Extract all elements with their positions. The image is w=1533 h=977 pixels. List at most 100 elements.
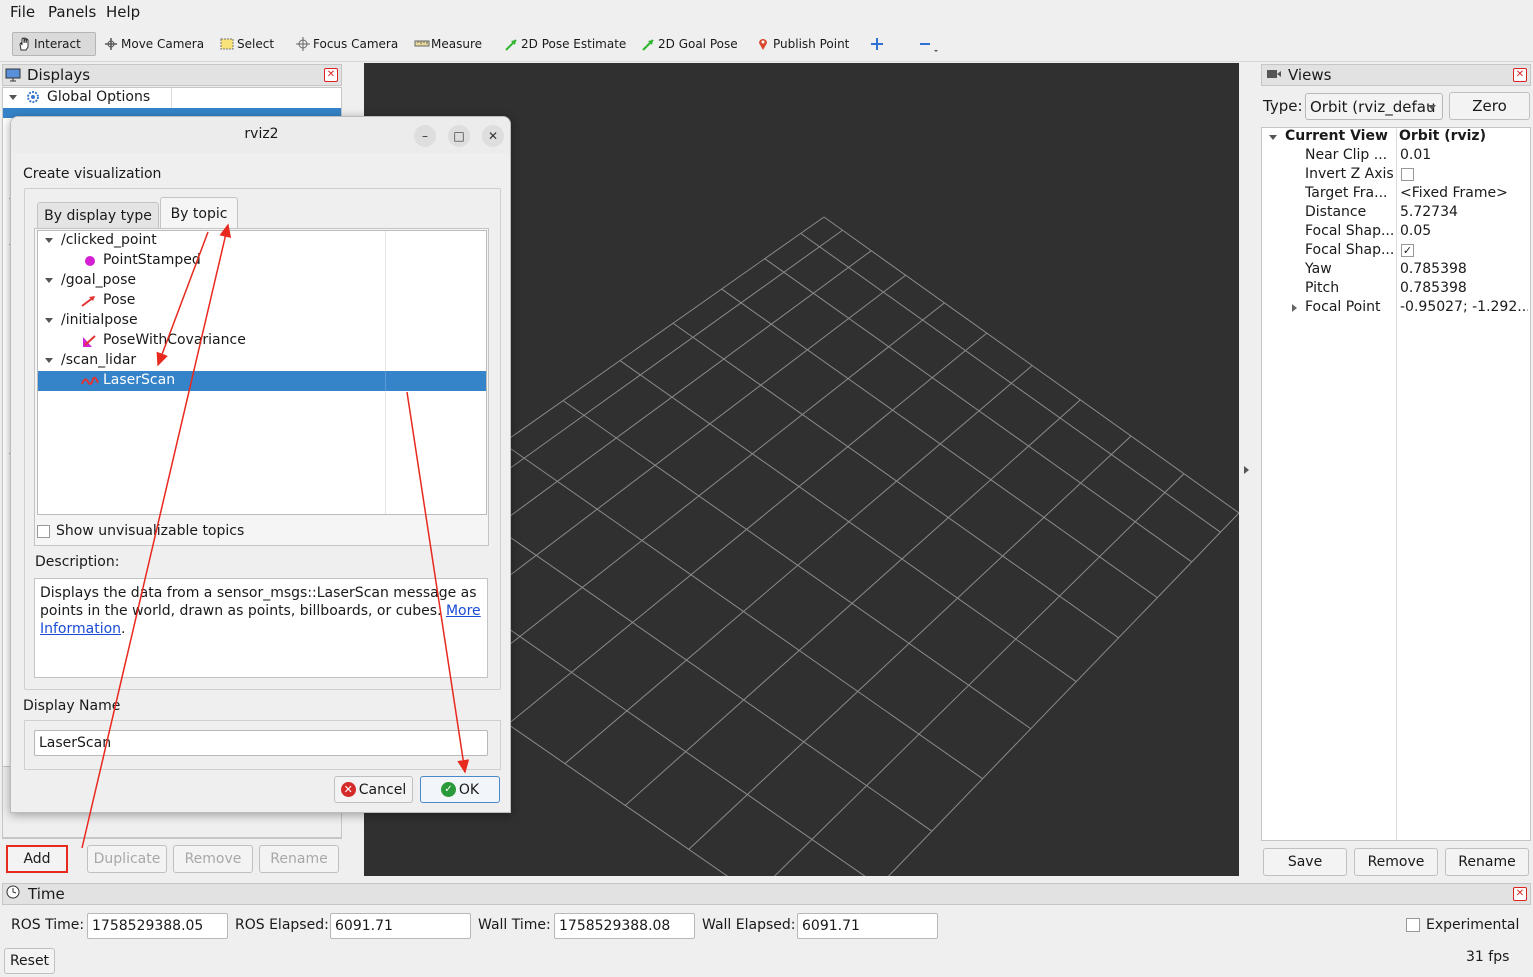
topic-row-scan-lidar[interactable]: /scan_lidar <box>38 351 486 371</box>
view-property-row[interactable]: Invert Z Axis <box>1262 166 1530 185</box>
grid-line <box>721 288 1158 599</box>
views-title-bar: Views ✕ <box>1261 64 1531 86</box>
map-pin-icon <box>756 37 770 51</box>
remove-tool-button[interactable] <box>914 32 939 56</box>
pose-covariance-icon <box>81 334 97 352</box>
close-icon[interactable]: ✕ <box>1513 68 1527 82</box>
view-property-value[interactable]: -0.95027; -1.292... <box>1400 299 1528 315</box>
expand-arrow-icon[interactable] <box>45 358 53 363</box>
select-tool[interactable]: Select <box>216 32 278 56</box>
save-view-button[interactable]: Save <box>1263 848 1347 876</box>
wall-time-field[interactable]: 1758529388.08 <box>554 913 695 939</box>
view-property-row[interactable]: Yaw 0.785398 <box>1262 261 1530 280</box>
view-property-value[interactable]: 0.01 <box>1400 147 1528 163</box>
duplicate-button[interactable]: Duplicate <box>87 845 167 873</box>
ros-elapsed-field[interactable]: 6091.71 <box>330 913 471 939</box>
expand-arrow-icon[interactable] <box>45 278 53 283</box>
remove-display-button[interactable]: Remove <box>173 845 253 873</box>
pose-estimate-tool[interactable]: 2D Pose Estimate <box>500 32 630 56</box>
view-property-row[interactable]: Near Clip ... 0.01 <box>1262 147 1530 166</box>
more-information-link[interactable]: Information <box>40 621 121 637</box>
maximize-icon[interactable]: □ <box>448 125 470 147</box>
minimize-icon[interactable]: – <box>414 125 436 147</box>
expand-arrow-icon[interactable] <box>45 318 53 323</box>
zero-button[interactable]: Zero <box>1449 92 1530 120</box>
grid-line <box>764 258 1193 563</box>
view-property-row[interactable]: Focal Point -0.95027; -1.292... <box>1262 299 1530 318</box>
reset-button[interactable]: Reset <box>4 948 55 974</box>
time-panel: Time ✕ ROS Time: 1758529388.05 ROS Elaps… <box>0 883 1533 977</box>
more-information-link[interactable]: More <box>446 603 481 619</box>
ros-time-field[interactable]: 1758529388.05 <box>87 913 228 939</box>
interact-tool[interactable]: Interact <box>12 32 96 56</box>
close-icon[interactable]: ✕ <box>1513 887 1527 901</box>
move-camera-tool[interactable]: Move Camera <box>100 32 208 56</box>
view-property-row[interactable]: Focal Shap... ✓ <box>1262 242 1530 261</box>
view-property-checkbox[interactable] <box>1401 168 1414 181</box>
expand-arrow-icon[interactable] <box>9 95 17 100</box>
expand-arrow-icon[interactable] <box>1269 135 1277 140</box>
experimental-checkbox[interactable] <box>1406 918 1420 932</box>
remove-view-button[interactable]: Remove <box>1354 848 1438 876</box>
expand-arrow-icon[interactable] <box>45 238 53 243</box>
publish-point-tool[interactable]: Publish Point <box>752 32 853 56</box>
display-type-row[interactable]: Pose <box>38 291 486 311</box>
display-name-input[interactable]: LaserScan <box>34 730 488 756</box>
publish-point-label: Publish Point <box>773 37 850 51</box>
show-unvisualizable-checkbox[interactable] <box>37 525 50 538</box>
measure-label: Measure <box>431 37 482 51</box>
display-type-row[interactable]: PoseWithCovariance <box>38 331 486 351</box>
focus-camera-tool[interactable]: Focus Camera <box>292 32 402 56</box>
view-property-value[interactable]: 5.72734 <box>1400 204 1528 220</box>
cancel-button[interactable]: ✕ Cancel <box>334 776 413 803</box>
topic-row-goal-pose[interactable]: /goal_pose <box>38 271 486 291</box>
wall-elapsed-field[interactable]: 6091.71 <box>797 913 938 939</box>
view-property-value[interactable]: 0.05 <box>1400 223 1528 239</box>
view-property-row[interactable]: Focal Shap... 0.05 <box>1262 223 1530 242</box>
global-options-row[interactable]: Global Options <box>3 88 341 108</box>
display-type-row[interactable]: PointStamped <box>38 251 486 271</box>
rename-view-button[interactable]: Rename <box>1445 848 1529 876</box>
experimental-label: Experimental <box>1426 917 1520 933</box>
rename-display-button[interactable]: Rename <box>259 845 339 873</box>
views-panel: Views ✕ Type: Orbit (rviz_defau Zero Cur… <box>1260 63 1533 883</box>
clock-icon <box>6 885 22 903</box>
topic-row-clicked-point[interactable]: /clicked_point <box>38 231 486 251</box>
view-property-row[interactable]: Pitch 0.785398 <box>1262 280 1530 299</box>
grid-line <box>562 400 1032 730</box>
tab-by-topic[interactable]: By topic <box>160 197 238 229</box>
current-view-row[interactable]: Current View Orbit (rviz) <box>1262 128 1530 147</box>
close-icon[interactable]: ✕ <box>482 125 504 147</box>
expand-arrow-icon[interactable] <box>1292 304 1297 312</box>
display-type-row-selected[interactable]: LaserScan <box>38 371 486 391</box>
view-property-row[interactable]: Target Fra... <Fixed Frame> <box>1262 185 1530 204</box>
goal-pose-tool[interactable]: 2D Goal Pose <box>637 32 742 56</box>
display-name-value: LaserScan <box>39 735 112 751</box>
topic-row-initialpose[interactable]: /initialpose <box>38 311 486 331</box>
ruler-icon <box>414 37 430 51</box>
add-tool-button[interactable] <box>866 32 891 56</box>
topic-name: /goal_pose <box>61 272 136 288</box>
measure-tool[interactable]: Measure <box>410 32 486 56</box>
menu-help[interactable]: Help <box>106 3 140 21</box>
menu-file[interactable]: File <box>10 3 35 21</box>
view-property-value[interactable]: 0.785398 <box>1400 280 1528 296</box>
time-title: Time <box>28 885 65 903</box>
fps-counter: 31 fps <box>1466 949 1510 965</box>
collapse-right-panel-handle[interactable] <box>1244 466 1249 474</box>
ok-button[interactable]: ✓ OK <box>420 776 500 803</box>
view-property-checkbox[interactable]: ✓ <box>1401 244 1414 257</box>
add-display-button[interactable]: Add <box>6 845 68 873</box>
view-property-name: Yaw <box>1305 261 1332 277</box>
menu-panels[interactable]: Panels <box>48 3 96 21</box>
view-type-select[interactable]: Orbit (rviz_defau <box>1305 93 1443 120</box>
tab-by-display-type[interactable]: By display type <box>37 202 159 229</box>
view-property-value[interactable]: <Fixed Frame> <box>1400 185 1528 201</box>
view-property-value[interactable]: 0.785398 <box>1400 261 1528 277</box>
view-property-row[interactable]: Distance 5.72734 <box>1262 204 1530 223</box>
close-icon[interactable]: ✕ <box>324 68 338 82</box>
displays-title-bar: Displays ✕ <box>2 64 342 86</box>
laser-scan-icon <box>81 374 99 392</box>
camera-icon <box>1266 66 1284 84</box>
description-box: Displays the data from a sensor_msgs::La… <box>34 578 488 678</box>
